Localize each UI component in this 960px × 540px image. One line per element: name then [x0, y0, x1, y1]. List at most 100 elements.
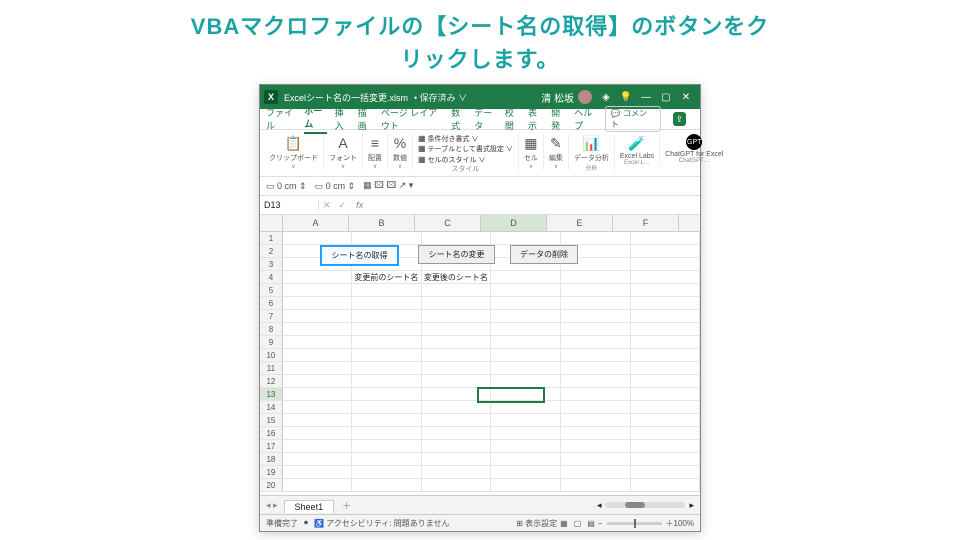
sheet-nav[interactable]: ◂ ▸: [260, 500, 284, 511]
delete-data-button[interactable]: データの削除: [510, 245, 578, 264]
zoom-slider[interactable]: [607, 522, 662, 525]
cell[interactable]: [491, 401, 561, 414]
cell[interactable]: [631, 245, 701, 258]
cell[interactable]: [422, 297, 492, 310]
tab-data[interactable]: データ: [474, 106, 497, 132]
cell[interactable]: [561, 284, 631, 297]
col-A[interactable]: A: [283, 215, 349, 231]
get-sheet-names-button[interactable]: シート名の取得: [320, 245, 399, 266]
saved-status[interactable]: • 保存済み ∨: [414, 91, 467, 104]
gpt-icon[interactable]: GPT: [686, 134, 702, 150]
cell[interactable]: [283, 336, 353, 349]
share-button[interactable]: ⇪: [673, 112, 686, 126]
cell[interactable]: [352, 232, 422, 245]
cell[interactable]: [631, 453, 701, 466]
cell[interactable]: [352, 284, 422, 297]
maximize-button[interactable]: ▢: [656, 92, 676, 103]
cell[interactable]: [631, 401, 701, 414]
cell[interactable]: [491, 440, 561, 453]
cell[interactable]: [422, 440, 492, 453]
cell[interactable]: [561, 440, 631, 453]
qat-item[interactable]: ▭ 0 cm ⇕: [266, 181, 307, 192]
clipboard-icon[interactable]: 📋: [285, 134, 302, 152]
cell[interactable]: [352, 427, 422, 440]
number-icon[interactable]: %: [394, 134, 406, 152]
row-header[interactable]: 20: [260, 479, 283, 492]
cell[interactable]: [491, 310, 561, 323]
col-F[interactable]: F: [613, 215, 679, 231]
cell[interactable]: [561, 466, 631, 479]
cell[interactable]: [631, 466, 701, 479]
cell[interactable]: [631, 297, 701, 310]
row-header[interactable]: 16: [260, 427, 283, 440]
cells-icon[interactable]: ▦: [524, 134, 537, 152]
view-break[interactable]: ▤: [584, 519, 598, 528]
cell[interactable]: [631, 362, 701, 375]
col-C[interactable]: C: [415, 215, 481, 231]
cell[interactable]: [561, 375, 631, 388]
cell[interactable]: [352, 297, 422, 310]
row-header[interactable]: 19: [260, 466, 283, 479]
cell[interactable]: [631, 479, 701, 492]
cell[interactable]: [561, 401, 631, 414]
hscroll-right[interactable]: ▸: [689, 500, 694, 511]
zoom-out[interactable]: −: [598, 519, 603, 528]
lightbulb-icon[interactable]: 💡: [616, 92, 636, 103]
analyze-icon[interactable]: 📊: [583, 134, 600, 152]
change-sheet-names-button[interactable]: シート名の変更: [418, 245, 495, 264]
cell[interactable]: [491, 232, 561, 245]
row-header[interactable]: 13: [260, 388, 283, 401]
cell[interactable]: [352, 375, 422, 388]
row-header[interactable]: 4: [260, 271, 283, 284]
row-header[interactable]: 11: [260, 362, 283, 375]
select-all-corner[interactable]: [260, 215, 283, 231]
cell[interactable]: [491, 349, 561, 362]
cell[interactable]: [283, 388, 353, 401]
cell[interactable]: [352, 349, 422, 362]
tab-formula[interactable]: 数式: [451, 106, 466, 132]
cell[interactable]: [631, 271, 701, 284]
row-header[interactable]: 9: [260, 336, 283, 349]
diamond-icon[interactable]: ◈: [596, 92, 616, 103]
minimize-button[interactable]: —: [636, 92, 656, 103]
display-settings[interactable]: ⊞ 表示設定: [516, 518, 557, 529]
comments-button[interactable]: 💬 コメント: [605, 106, 661, 132]
tab-insert[interactable]: 挿入: [335, 106, 350, 132]
row-header[interactable]: 5: [260, 284, 283, 297]
row-header[interactable]: 10: [260, 349, 283, 362]
cell[interactable]: [283, 375, 353, 388]
cell[interactable]: [491, 453, 561, 466]
cell[interactable]: [352, 388, 422, 401]
new-sheet-button[interactable]: ＋: [334, 499, 359, 512]
cell[interactable]: [631, 375, 701, 388]
cell[interactable]: [283, 427, 353, 440]
cell[interactable]: [631, 349, 701, 362]
cell[interactable]: [283, 349, 353, 362]
view-normal[interactable]: ▦: [557, 519, 571, 528]
cell[interactable]: [561, 453, 631, 466]
cell[interactable]: [352, 479, 422, 492]
cell[interactable]: [491, 427, 561, 440]
cell[interactable]: [561, 271, 631, 284]
cell[interactable]: 変更前のシート名: [352, 271, 422, 284]
cell[interactable]: [352, 336, 422, 349]
zoom-in[interactable]: ＋: [666, 518, 674, 529]
name-box[interactable]: D13: [260, 200, 319, 210]
row-header[interactable]: 2: [260, 245, 283, 258]
cell[interactable]: [352, 440, 422, 453]
cell[interactable]: [422, 453, 492, 466]
cell[interactable]: [631, 388, 701, 401]
cell[interactable]: [561, 323, 631, 336]
labs-icon[interactable]: 🧪: [628, 134, 645, 152]
tab-view[interactable]: 表示: [528, 106, 543, 132]
cell[interactable]: [631, 258, 701, 271]
cell[interactable]: [422, 284, 492, 297]
cell[interactable]: [283, 414, 353, 427]
cell[interactable]: [422, 388, 492, 401]
cell[interactable]: [422, 427, 492, 440]
row-header[interactable]: 18: [260, 453, 283, 466]
cell[interactable]: [422, 232, 492, 245]
row-header[interactable]: 3: [260, 258, 283, 271]
cell[interactable]: [283, 466, 353, 479]
cell[interactable]: [491, 271, 561, 284]
